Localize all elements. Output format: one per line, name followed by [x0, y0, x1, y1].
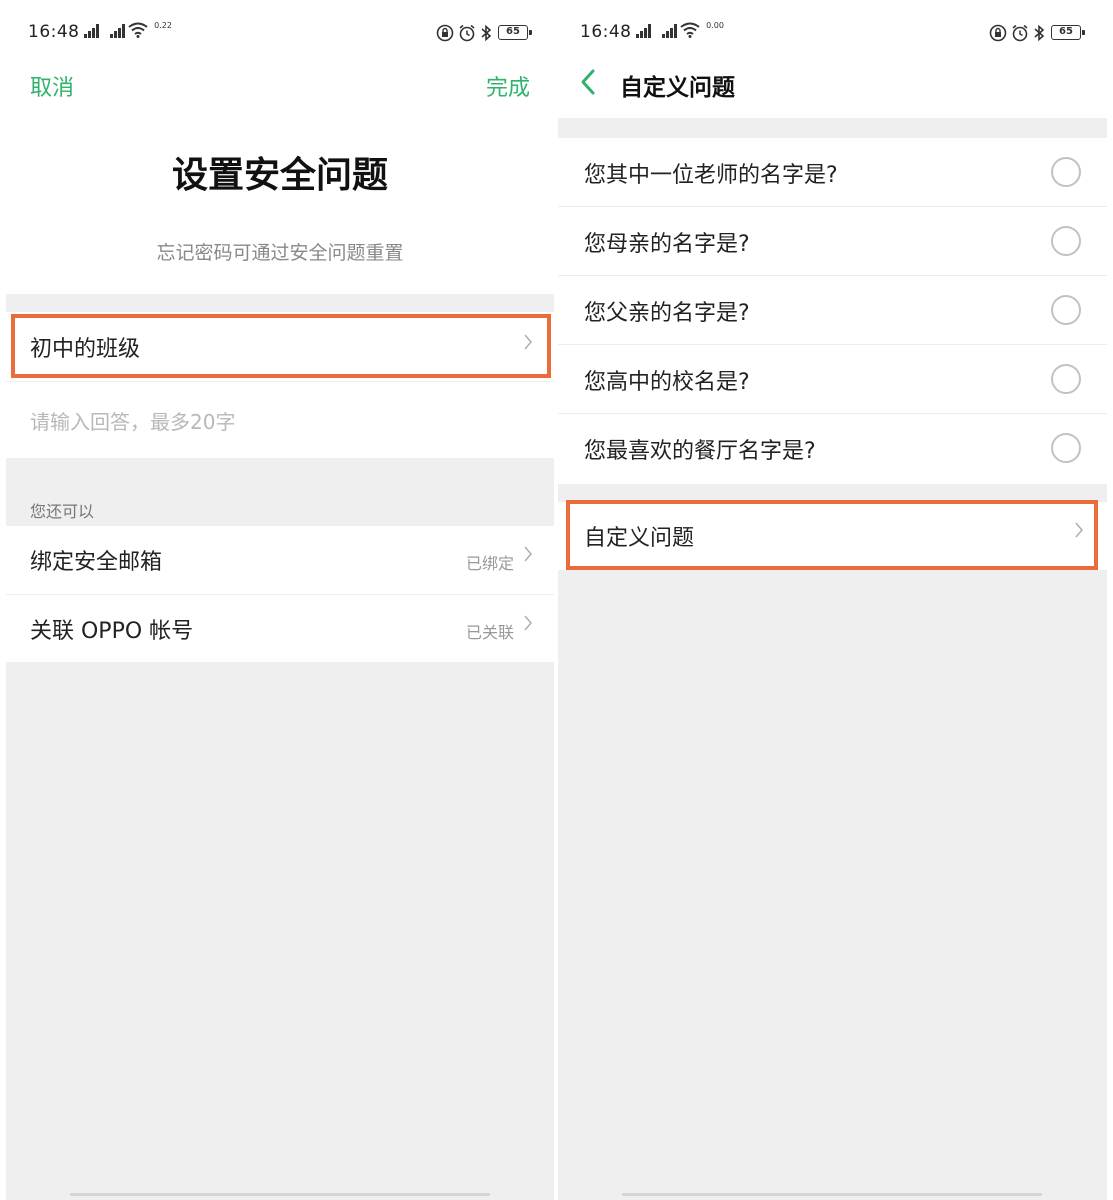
- question-option[interactable]: 您高中的校名是?: [558, 345, 1107, 414]
- answer-input[interactable]: 请输入回答，最多20字: [30, 406, 235, 435]
- status-bar: 16:48 0.22 65: [6, 0, 554, 66]
- chevron-right-icon: [524, 546, 532, 567]
- question-list: 您其中一位老师的名字是? 您母亲的名字是? 您父亲的名字是? 您高中的校名是? …: [558, 138, 1107, 484]
- question-label: 您最喜欢的餐厅名字是?: [584, 439, 816, 464]
- lock-rotation-icon: [989, 24, 1007, 46]
- header: 取消 完成 设置安全问题 忘记密码可通过安全问题重置: [6, 66, 554, 294]
- alarm-icon: [458, 24, 476, 46]
- option-label: 绑定安全邮箱: [30, 550, 163, 575]
- signal-icon: [636, 24, 658, 41]
- bluetooth-icon: [1033, 24, 1045, 46]
- status-bar: 16:48 0.00 65: [558, 0, 1107, 66]
- home-indicator: [622, 1193, 1042, 1196]
- lock-rotation-icon: [436, 24, 454, 46]
- options-list: 绑定安全邮箱 已绑定 关联 OPPO 帐号 已关联: [6, 526, 554, 662]
- battery-icon: 65: [498, 25, 532, 40]
- back-arrow-icon[interactable]: [580, 68, 596, 100]
- option-status: 已关联: [465, 623, 514, 642]
- section-label: 您还可以: [30, 502, 95, 521]
- home-indicator: [70, 1193, 490, 1196]
- bluetooth-icon: [480, 24, 492, 46]
- page-title: 设置安全问题: [171, 155, 388, 196]
- highlight-box: [11, 314, 551, 378]
- radio-button[interactable]: [1051, 157, 1081, 187]
- wifi-icon: [680, 22, 700, 42]
- cancel-button[interactable]: 取消: [30, 70, 74, 102]
- wifi-icon: [128, 22, 148, 42]
- nav-title: 自定义问题: [620, 75, 735, 101]
- link-oppo-account-row[interactable]: 关联 OPPO 帐号 已关联: [6, 594, 554, 662]
- option-label: 关联 OPPO 帐号: [30, 619, 194, 644]
- question-label: 您父亲的名字是?: [584, 301, 750, 326]
- question-label: 您母亲的名字是?: [584, 232, 750, 257]
- page-subtitle: 忘记密码可通过安全问题重置: [156, 242, 404, 264]
- question-option[interactable]: 您其中一位老师的名字是?: [558, 138, 1107, 207]
- nav-bar: 自定义问题: [558, 66, 1107, 118]
- radio-button[interactable]: [1051, 226, 1081, 256]
- highlight-box: [566, 500, 1098, 570]
- radio-button[interactable]: [1051, 295, 1081, 325]
- question-label: 您其中一位老师的名字是?: [584, 163, 838, 188]
- radio-button[interactable]: [1051, 364, 1081, 394]
- done-button[interactable]: 完成: [486, 70, 530, 102]
- chevron-right-icon: [524, 615, 532, 636]
- signal-icon: [84, 24, 106, 41]
- question-option[interactable]: 您父亲的名字是?: [558, 276, 1107, 345]
- radio-button[interactable]: [1051, 433, 1081, 463]
- battery-icon: 65: [1051, 25, 1085, 40]
- status-time: 16:48: [580, 22, 632, 42]
- alarm-icon: [1011, 24, 1029, 46]
- right-screen-custom-question: 16:48 0.00 65 自定义问题 您其中一位老师的名字是? 您母亲的名字是…: [558, 0, 1107, 1200]
- option-status: 已绑定: [465, 554, 514, 573]
- question-option[interactable]: 您最喜欢的餐厅名字是?: [558, 414, 1107, 483]
- question-option[interactable]: 您母亲的名字是?: [558, 207, 1107, 276]
- left-screen-set-security-question: 16:48 0.22 65 取消 完成 设置安全问题 忘记密码可通过安全问题重置…: [6, 0, 554, 1200]
- network-speed: 0.00: [706, 21, 724, 30]
- status-time: 16:48: [28, 22, 80, 42]
- network-speed: 0.22: [154, 21, 172, 30]
- bind-email-row[interactable]: 绑定安全邮箱 已绑定: [6, 526, 554, 594]
- question-label: 您高中的校名是?: [584, 370, 750, 395]
